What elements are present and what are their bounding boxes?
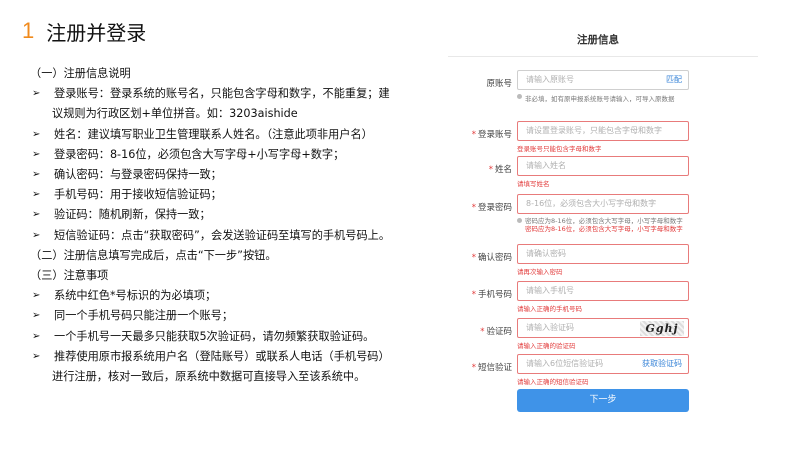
instruction-list-3: ➢ 系统中红色*号标识的为必填项； ➢ 同一个手机号码只能注册一个账号； ➢ 一个手机号一… <box>30 286 430 387</box>
instruction-item: ➢ 手机号码：用于接收短信验证码； <box>30 185 430 205</box>
instruction-section-title: （一）注册信息说明 <box>30 67 131 80</box>
confirm-password-error: 请再次输入密码 <box>517 268 563 276</box>
login-account-input[interactable]: 请设置登录账号，只能包含字母和数字 <box>517 121 689 141</box>
phone-error: 请输入正确的手机号码 <box>517 305 582 313</box>
register-form: 注册信息 原账号 请输入原账号 匹配 非必填，如有原申报系统账号请输入，可导入原… <box>448 22 768 422</box>
login-account-error: 登录账号只能包含字母和数字 <box>517 145 602 153</box>
name-error: 请填写姓名 <box>517 180 550 188</box>
instruction-text: 手机号码：用于接收短信验证码； <box>54 188 222 202</box>
instructions: （一）注册信息说明 ➢ 登录账号：登录系统的账号名，只能包含字母和数字，不能重复；… <box>30 64 430 387</box>
sms-input[interactable]: 请输入6位短信验证码 获取验证码 <box>517 354 689 374</box>
confirm-password-input[interactable]: 请确认密码 <box>517 244 689 264</box>
next-step-button[interactable]: 下一步 <box>517 389 689 412</box>
arrow-bullet-icon: ➢ <box>32 310 41 322</box>
instruction-text: 系统中红色*号标识的为必填项； <box>54 289 217 303</box>
form-divider <box>448 56 758 57</box>
instruction-item: ➢ 同一个手机号码只能注册一个账号； <box>30 306 430 326</box>
instruction-text: 进行注册，核对一致后，原系统中数据可直接导入至该系统中。 <box>52 370 366 384</box>
name-input[interactable]: 请输入姓名 <box>517 156 689 176</box>
phone-label: * 手机号码 <box>471 290 512 300</box>
login-account-label: * 登录账号 <box>471 130 512 140</box>
get-sms-code-link[interactable]: 获取验证码 <box>642 355 682 373</box>
instruction-text: 姓名：建议填写职业卫生管理联系人姓名。（注意此项非用户名） <box>54 127 373 141</box>
old-account-label: 原账号 <box>486 79 512 89</box>
password-error: 密码应为8-16位，必须包含大写字母，小写字母和数字 <box>525 225 683 233</box>
instruction-list-1: ➢ 登录账号：登录系统的账号名，只能包含字母和数字，不能重复；建 议规则为行政区划+… <box>30 84 430 246</box>
arrow-bullet-icon: ➢ <box>32 229 41 241</box>
arrow-bullet-icon: ➢ <box>32 128 41 140</box>
password-input[interactable]: 8-16位，必须包含大小写字母和数字 <box>517 194 689 214</box>
instruction-item: ➢ 验证码：随机刷新，保持一致； <box>30 205 430 225</box>
confirm-password-label: * 确认密码 <box>471 253 512 263</box>
instruction-item: ➢ 推荐使用原市报系统用户名（登陆账号）或联系人电话（手机号码） <box>30 347 430 367</box>
instruction-text: 确认密码：与登录密码保持一致； <box>54 168 222 182</box>
instruction-item: 进行注册，核对一致后，原系统中数据可直接导入至该系统中。 <box>30 367 430 387</box>
sms-label: * 短信验证 <box>471 363 512 373</box>
instruction-item: 议规则为行政区划+单位拼音。如：3203aishide <box>30 104 430 124</box>
form-title: 注册信息 <box>577 34 619 46</box>
old-account-hint: 非必填，如有原申报系统账号请输入，可导入原数据 <box>517 93 675 103</box>
captcha-label: * 验证码 <box>480 327 512 337</box>
instruction-item: ➢ 姓名：建议填写职业卫生管理联系人姓名。（注意此项非用户名） <box>30 125 430 145</box>
arrow-bullet-icon: ➢ <box>32 330 41 342</box>
instruction-item: ➢ 确认密码：与登录密码保持一致； <box>30 165 430 185</box>
arrow-bullet-icon: ➢ <box>32 209 41 221</box>
info-icon <box>517 94 522 99</box>
instruction-item: ➢ 系统中红色*号标识的为必填项； <box>30 286 430 306</box>
arrow-bullet-icon: ➢ <box>32 290 41 302</box>
arrow-bullet-icon: ➢ <box>32 350 41 362</box>
match-link[interactable]: 匹配 <box>666 71 682 89</box>
instruction-text: 一个手机号一天最多只能获取5次验证码，请勿频繁获取验证码。 <box>54 329 375 343</box>
instruction-text: 推荐使用原市报系统用户名（登陆账号）或联系人电话（手机号码） <box>54 349 390 363</box>
captcha-image[interactable]: Gghj <box>640 321 684 336</box>
phone-input[interactable]: 请输入手机号 <box>517 281 689 301</box>
instruction-text: 议规则为行政区划+单位拼音。如：3203aishide <box>52 107 298 121</box>
instruction-text: 短信验证码：点击“获取密码”，会发送验证码至填写的手机号码上。 <box>54 228 391 242</box>
arrow-bullet-icon: ➢ <box>32 169 41 181</box>
instruction-item: ➢ 登录账号：登录系统的账号名，只能包含字母和数字，不能重复；建 <box>30 84 430 104</box>
instruction-item: ➢ 登录密码：8-16位，必须包含大写字母+小写字母+数字； <box>30 145 430 165</box>
info-icon <box>517 218 522 223</box>
instruction-text: 验证码：随机刷新，保持一致； <box>54 208 211 222</box>
instruction-item: ➢ 短信验证码：点击“获取密码”，会发送验证码至填写的手机号码上。 <box>30 226 430 246</box>
instruction-text: 登录密码：8-16位，必须包含大写字母+小写字母+数字； <box>54 147 345 161</box>
sms-error: 请输入正确的短信验证码 <box>517 378 589 386</box>
instruction-section-title: （二）注册信息填写完成后，点击“下一步”按钮。 <box>30 248 277 262</box>
arrow-bullet-icon: ➢ <box>32 148 41 160</box>
instruction-text: 登录账号：登录系统的账号名，只能包含字母和数字，不能重复；建 <box>54 87 390 101</box>
captcha-input[interactable]: 请输入验证码 Gghj <box>517 318 689 338</box>
arrow-bullet-icon: ➢ <box>32 88 41 100</box>
instruction-text: 同一个手机号码只能注册一个账号； <box>54 309 234 323</box>
section-number: 1 <box>22 18 35 43</box>
section-heading: 1 注册并登录 <box>22 14 146 48</box>
name-label: * 姓名 <box>488 165 512 175</box>
arrow-bullet-icon: ➢ <box>32 189 41 201</box>
password-hint: 密码应为8-16位，必须包含大写字母，小写字母和数字 密码应为8-16位，必须包… <box>517 217 683 233</box>
instruction-item: ➢ 一个手机号一天最多只能获取5次验证码，请勿频繁获取验证码。 <box>30 327 430 347</box>
instruction-section-title: （三）注意事项 <box>30 269 109 283</box>
old-account-input[interactable]: 请输入原账号 匹配 <box>517 70 689 90</box>
section-title: 注册并登录 <box>46 20 147 45</box>
captcha-error: 请输入正确的验证码 <box>517 342 576 350</box>
password-label: * 登录密码 <box>471 203 512 213</box>
